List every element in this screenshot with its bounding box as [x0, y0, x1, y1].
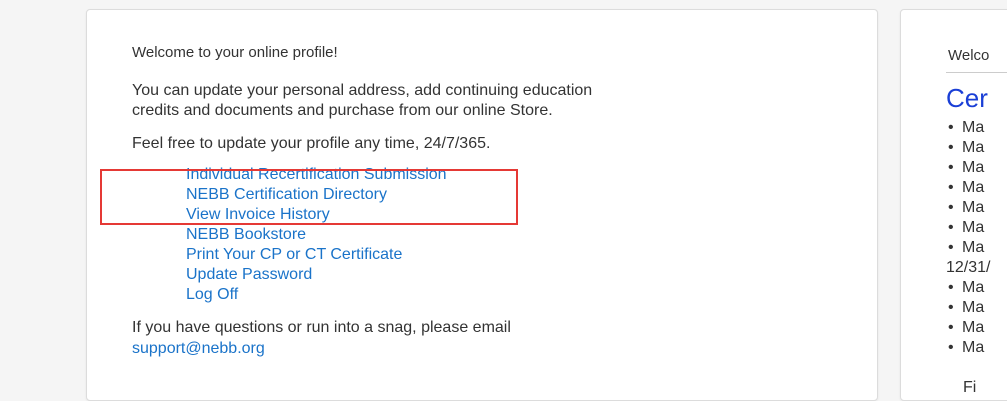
- list-item: • Ma: [948, 319, 985, 336]
- list-item: • Ma: [948, 299, 985, 316]
- list-item: • Ma: [948, 339, 985, 356]
- bullet-icon: •: [948, 159, 954, 176]
- list-item: • Ma: [948, 139, 985, 156]
- list-item: • Ma: [948, 219, 985, 236]
- bullet-icon: •: [948, 179, 954, 196]
- intro-text-line1: You can update your personal address, ad…: [132, 82, 593, 99]
- bullet-icon: •: [948, 319, 954, 336]
- certification-panel: Welco Cer • Ma • Ma • Ma • Ma • Ma • Ma • Ma 12…: [900, 9, 1007, 401]
- bullet-icon: •: [948, 239, 954, 256]
- link-individual-recertification[interactable]: Individual Recertification Submission: [186, 165, 447, 185]
- certification-title: Cer: [946, 83, 988, 113]
- welcome-heading: Welcome to your online profile!: [132, 44, 338, 61]
- list-item: • Ma: [948, 199, 985, 216]
- list-item: • Ma: [948, 119, 985, 136]
- link-log-off[interactable]: Log Off: [186, 285, 238, 305]
- bullet-icon: •: [948, 279, 954, 296]
- divider: [946, 72, 1007, 73]
- link-invoice-history[interactable]: View Invoice History: [186, 205, 330, 225]
- link-update-password[interactable]: Update Password: [186, 265, 312, 285]
- bullet-icon: •: [948, 299, 954, 316]
- link-bookstore[interactable]: NEBB Bookstore: [186, 225, 306, 245]
- bullet-icon: •: [948, 199, 954, 216]
- questions-text: If you have questions or run into a snag…: [132, 319, 511, 336]
- bullet-icon: •: [948, 219, 954, 236]
- feel-free-text: Feel free to update your profile any tim…: [132, 135, 491, 152]
- link-print-certificate[interactable]: Print Your CP or CT Certificate: [186, 245, 402, 265]
- bottom-fragment: Fi: [963, 379, 977, 396]
- list-item: • Ma: [948, 279, 985, 296]
- intro-text-line2: credits and documents and purchase from …: [132, 102, 553, 119]
- support-email-link[interactable]: support@nebb.org: [132, 339, 265, 359]
- bullet-icon: •: [948, 339, 954, 356]
- right-welcome-text: Welco: [948, 47, 990, 64]
- link-certification-directory[interactable]: NEBB Certification Directory: [186, 185, 387, 205]
- list-item: • Ma: [948, 239, 985, 256]
- date-fragment: 12/31/: [946, 259, 991, 276]
- list-item: • Ma: [948, 179, 985, 196]
- bullet-icon: •: [948, 119, 954, 136]
- bullet-icon: •: [948, 139, 954, 156]
- list-item: • Ma: [948, 159, 985, 176]
